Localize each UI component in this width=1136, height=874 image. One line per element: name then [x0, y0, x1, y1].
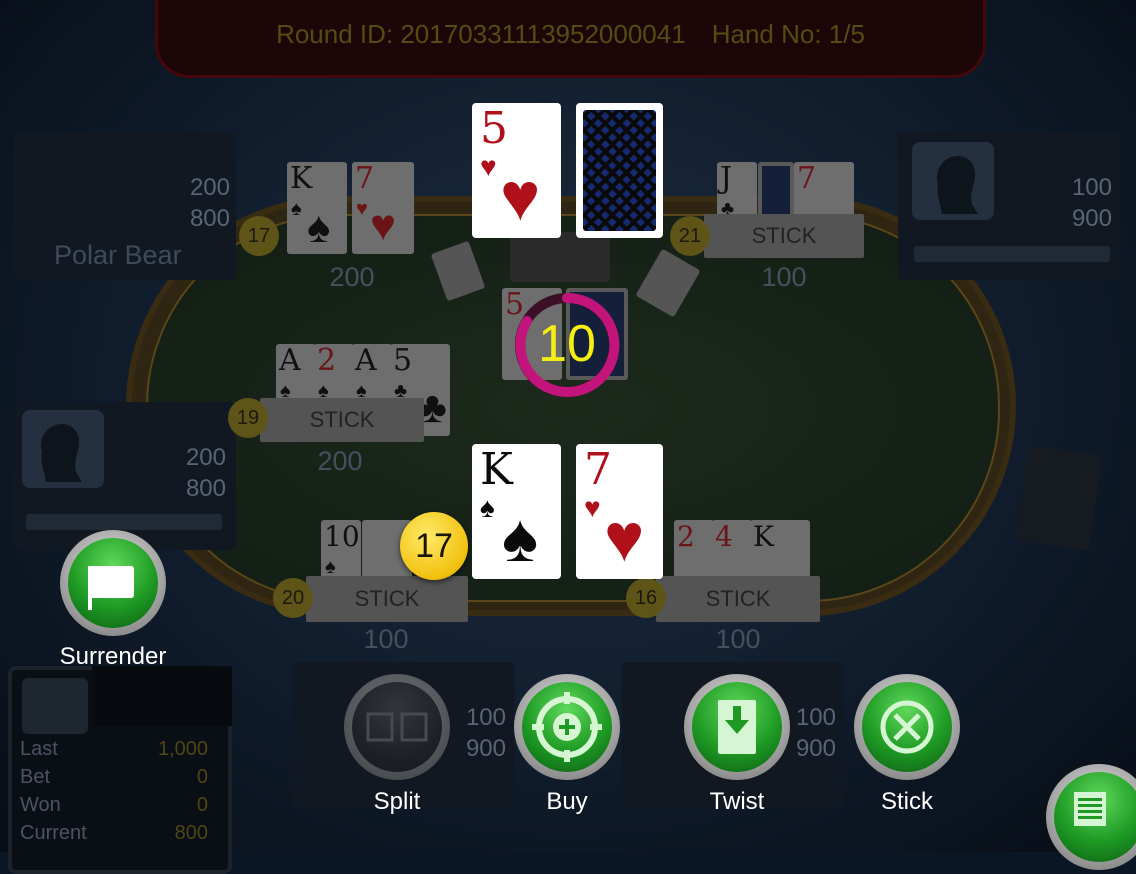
stat-current-value: 800 [174, 822, 208, 844]
chip-rack [510, 232, 610, 282]
round-info-bar: Round ID: 20170331113952000041 Hand No: 1… [155, 0, 986, 78]
card: K ♠ ♠ [287, 162, 347, 254]
bet-amount: 100 [761, 262, 807, 292]
stat-won-label: Won [20, 794, 61, 816]
dealer-card: 5 ♥ ♥ [472, 103, 561, 238]
score-chip: 17 [239, 216, 279, 256]
score-chip: 19 [228, 398, 268, 438]
player-num1: 100 [1071, 174, 1112, 201]
person-silhouette-icon [936, 156, 978, 214]
flag-icon [88, 566, 134, 610]
stat-bet-label: Bet [20, 766, 51, 788]
my-score-chip: 17 [400, 512, 468, 580]
stick-x-icon [880, 700, 934, 754]
split-button[interactable] [344, 674, 450, 780]
bet-amount: 100 [715, 624, 761, 654]
stick-status: STICK [260, 398, 424, 442]
twist-card-icon [718, 700, 756, 754]
card-shoe [1015, 445, 1103, 551]
card: J ♣ [717, 162, 757, 222]
stat-last-label: Last [20, 738, 58, 760]
person-silhouette-icon [40, 424, 82, 482]
stat-bet-value: 0 [196, 766, 208, 788]
bet-amount: 200 [329, 262, 375, 292]
bet-amount: 200 [317, 446, 363, 476]
avatar [22, 678, 88, 734]
stick-status: STICK [306, 576, 468, 622]
score-chip: 21 [670, 216, 710, 256]
twist-label: Twist [709, 788, 765, 815]
surrender-button[interactable] [60, 530, 166, 636]
dealer-card-back [576, 103, 663, 238]
player-num2: 800 [185, 475, 226, 502]
avatar [22, 410, 104, 488]
surrender-label: Surrender [59, 643, 167, 670]
player-name: Polar Bear [54, 240, 182, 270]
bet-amount: 100 [363, 624, 409, 654]
card: 2 [674, 520, 714, 580]
twist-button[interactable] [684, 674, 790, 780]
player-num2: 800 [189, 205, 230, 232]
round-info-text: Round ID: 20170331113952000041 Hand No: 1… [158, 19, 983, 50]
stat-last-value: 1,000 [157, 738, 208, 760]
stat-won-value: 0 [196, 794, 208, 816]
card: 7 [794, 162, 854, 222]
menu-button[interactable] [1046, 764, 1136, 870]
timer-value: 10 [538, 315, 596, 373]
player-name-obscured [26, 514, 222, 530]
stick-status: STICK [704, 214, 864, 258]
stick-status: STICK [656, 576, 820, 622]
card: 10 ♠ [321, 520, 361, 580]
buy-label: Buy [546, 788, 588, 815]
my-card: K ♠ ♠ [472, 444, 561, 579]
card: K [750, 520, 810, 580]
stick-button[interactable] [854, 674, 960, 780]
buy-plus-icon [532, 692, 602, 762]
card: 4 [712, 520, 752, 580]
buy-button[interactable] [514, 674, 620, 780]
hand-number: Hand No: 1/5 [711, 19, 865, 49]
round-id: Round ID: 20170331113952000041 [276, 19, 686, 49]
score-chip: 16 [626, 578, 666, 618]
card: 7 ♥ ♥ [352, 162, 414, 254]
player-num1: 200 [185, 444, 226, 471]
split-icon [366, 712, 428, 742]
score-chip: 20 [273, 578, 313, 618]
player-num2: 900 [1071, 205, 1112, 232]
menu-list-icon [1074, 792, 1106, 826]
avatar [912, 142, 994, 220]
player-num1: 200 [189, 174, 230, 201]
my-card: 7 ♥ ♥ [576, 444, 663, 579]
stat-current-label: Current [20, 822, 87, 844]
stick-label: Stick [880, 788, 933, 815]
card-back [758, 162, 794, 222]
player-name-obscured [914, 246, 1110, 262]
split-label: Split [373, 788, 421, 815]
